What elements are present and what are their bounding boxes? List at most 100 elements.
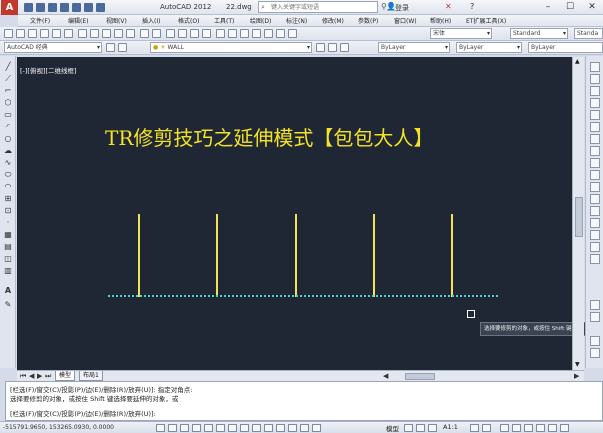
hatch-icon[interactable]: ▦ — [3, 230, 13, 239]
make-current-layer-icon[interactable] — [316, 43, 325, 52]
properties-icon[interactable] — [216, 29, 225, 38]
selection-cycling-icon[interactable] — [312, 424, 321, 432]
ellipse-arc-icon[interactable]: ◠ — [3, 182, 13, 191]
vertical-scroll-thumb[interactable] — [575, 197, 583, 237]
cut-icon[interactable] — [78, 29, 87, 38]
polygon-icon[interactable]: ⬡ — [3, 98, 13, 107]
pan-status-icon[interactable] — [428, 424, 437, 432]
calculator-icon[interactable] — [276, 29, 285, 38]
menu-parametric[interactable]: 参数(P) — [358, 16, 378, 25]
properties-palette-icon[interactable] — [590, 300, 600, 310]
pan-icon[interactable] — [166, 29, 175, 38]
point-icon[interactable]: · — [3, 218, 13, 227]
chamfer-icon[interactable] — [590, 230, 600, 240]
mirror-icon[interactable] — [590, 86, 600, 96]
maximize-button[interactable]: ☐ — [559, 0, 581, 15]
exchange-icon[interactable]: ✕ — [445, 2, 452, 11]
stretch-icon[interactable] — [590, 158, 600, 168]
dynamic-input-icon[interactable] — [264, 424, 273, 432]
isolate-objects-icon[interactable] — [536, 424, 545, 432]
break-icon[interactable] — [590, 206, 600, 216]
zoom-window-icon[interactable] — [190, 29, 199, 38]
qnew-icon[interactable] — [4, 29, 13, 38]
horizontal-scroll-thumb[interactable] — [405, 373, 435, 380]
boundary-line[interactable] — [108, 295, 498, 297]
lineweight-icon[interactable] — [276, 424, 285, 432]
menu-file[interactable]: 文件(F) — [30, 16, 50, 25]
scale-icon[interactable] — [590, 146, 600, 156]
scroll-up-icon[interactable]: ▲ — [575, 58, 580, 65]
design-center-icon[interactable] — [228, 29, 237, 38]
menu-dimension[interactable]: 标注(N) — [286, 16, 307, 25]
viewport-controls[interactable]: [-][俯视][二维线框] — [20, 65, 77, 75]
gradient-icon[interactable]: ▤ — [3, 242, 13, 251]
open-file-icon[interactable] — [16, 29, 25, 38]
insert-block-icon[interactable]: ⊞ — [3, 194, 13, 203]
workspace-switching-icon[interactable] — [500, 424, 509, 432]
layer-palette-icon[interactable] — [590, 312, 600, 322]
drawing-title-text[interactable]: TR修剪技巧之延伸模式【包包大人】 — [105, 122, 433, 151]
zoom-previous-icon[interactable] — [202, 29, 211, 38]
search-input[interactable] — [271, 2, 375, 12]
new-icon[interactable] — [24, 3, 33, 12]
color-dropdown[interactable]: ByLayer ▾ — [378, 42, 450, 53]
layer-manager-icon[interactable] — [118, 43, 127, 52]
command-window[interactable]: [栏选(F)/窗交(C)/投影(P)/边(E)/删除(R)/放弃(U)]: 指定… — [5, 381, 603, 421]
layer-state-icon[interactable] — [340, 43, 349, 52]
vertical-line-5[interactable] — [451, 214, 453, 297]
vertical-line-1[interactable] — [138, 214, 140, 297]
status-menu-icon[interactable] — [548, 424, 557, 432]
snap-mode-icon[interactable] — [168, 424, 177, 432]
menu-format[interactable]: 格式(O) — [178, 16, 199, 25]
quick-view-layouts-icon[interactable] — [404, 424, 413, 432]
revcloud-icon[interactable]: ☁ — [3, 146, 13, 155]
menu-help[interactable]: 帮助(H) — [430, 16, 451, 25]
prev-tab-icon[interactable]: ◀ — [29, 371, 34, 381]
copy-icon[interactable] — [90, 29, 99, 38]
quick-properties-icon[interactable] — [300, 424, 309, 432]
dim-style-dropdown[interactable]: Standa — [574, 28, 603, 39]
coordinate-readout[interactable]: -515791.9650, 153265.0930, 0.0000 — [3, 424, 114, 431]
annotation-scale[interactable]: A1:1 — [443, 423, 458, 431]
font-dropdown[interactable]: 宋体 ▾ — [430, 28, 492, 39]
minimize-button[interactable]: – — [537, 0, 559, 15]
quick-calc-icon[interactable] — [590, 336, 600, 346]
move-icon[interactable] — [590, 122, 600, 132]
menu-express-tools[interactable]: ET扩展工具(X) — [466, 16, 506, 25]
lineweight-dropdown[interactable]: ByLayer — [528, 42, 603, 53]
auto-scale-icon[interactable] — [482, 424, 491, 432]
rectangle-icon[interactable]: ▭ — [3, 110, 13, 119]
ellipse-icon[interactable]: ⬭ — [3, 170, 13, 179]
add-selected-icon[interactable]: ✎ — [3, 300, 13, 309]
erase-icon[interactable] — [590, 62, 600, 72]
vertical-line-2[interactable] — [216, 214, 218, 297]
preview-icon[interactable] — [52, 29, 61, 38]
tool-palettes-icon[interactable] — [240, 29, 249, 38]
close-button[interactable]: ✕ — [581, 0, 603, 15]
construction-line-icon[interactable]: ⟋ — [3, 74, 13, 83]
tab-layout1[interactable]: 布局1 — [79, 371, 103, 381]
arc-icon[interactable]: ◜ — [3, 122, 13, 131]
quick-view-drawings-icon[interactable] — [416, 424, 425, 432]
menu-edit[interactable]: 编辑(E) — [68, 16, 88, 25]
print-icon[interactable] — [72, 3, 81, 12]
help-icon[interactable]: ? — [470, 2, 474, 11]
vertical-line-3[interactable] — [295, 214, 297, 297]
clean-screen-icon[interactable] — [560, 424, 569, 432]
application-menu-button[interactable]: A — [1, 0, 18, 15]
explode-icon[interactable] — [590, 254, 600, 264]
linetype-dropdown[interactable]: ByLayer ▾ — [456, 42, 522, 53]
menu-view[interactable]: 视图(V) — [106, 16, 127, 25]
plot-icon[interactable] — [40, 29, 49, 38]
gear-icon[interactable] — [106, 43, 115, 52]
help-tool-icon[interactable] — [288, 29, 297, 38]
spline-icon[interactable]: ∿ — [3, 158, 13, 167]
menu-draw[interactable]: 绘图(D) — [250, 16, 271, 25]
grid-display-icon[interactable] — [180, 424, 189, 432]
command-prompt-line[interactable]: [栏选(F)/窗交(C)/投影(P)/边(E)/删除(R)/放弃(U)]: — [10, 408, 156, 418]
make-block-icon[interactable]: ⊡ — [3, 206, 13, 215]
polyline-icon[interactable]: ⌐ — [3, 86, 13, 95]
model-space-button[interactable]: 模型 — [386, 423, 399, 433]
copy-object-icon[interactable] — [590, 74, 600, 84]
hardware-acceleration-icon[interactable] — [524, 424, 533, 432]
